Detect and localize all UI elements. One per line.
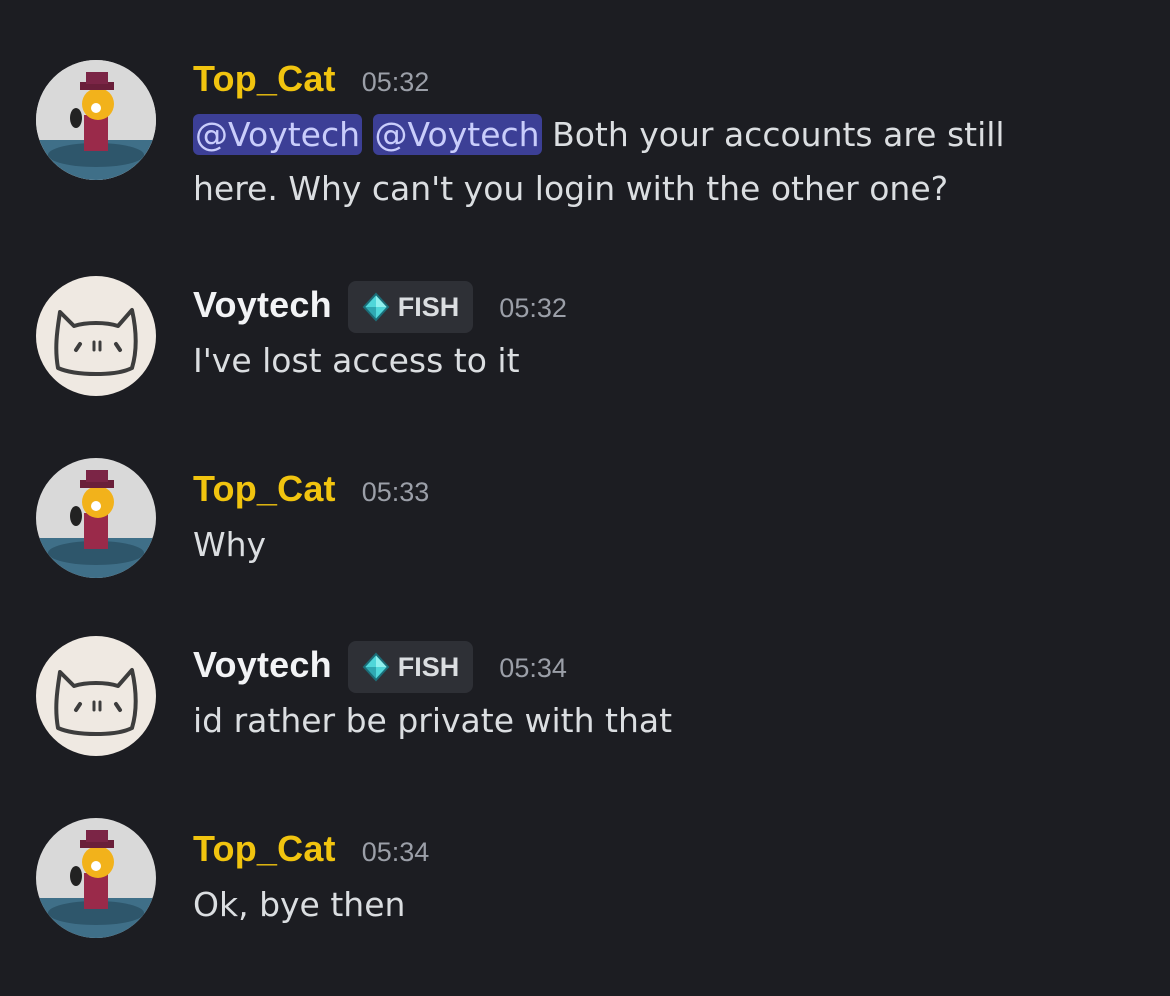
timestamp: 05:32 xyxy=(361,66,430,97)
cat-face-avatar-icon xyxy=(36,276,156,396)
message-text: Ok, bye then xyxy=(193,878,1130,932)
guild-tag[interactable]: FISH xyxy=(347,281,474,333)
author-name[interactable]: Top_Cat xyxy=(193,58,336,100)
timestamp: 05:32 xyxy=(499,292,567,323)
diamond-icon xyxy=(362,292,390,322)
message-text-line: id rather be private with that xyxy=(193,701,673,740)
message-text-line: Why xyxy=(193,525,267,564)
avatar[interactable] xyxy=(36,636,156,756)
avatar[interactable] xyxy=(36,60,156,180)
guild-tag-label: FISH xyxy=(397,651,460,682)
timestamp: 05:34 xyxy=(499,652,567,683)
author-name[interactable]: Voytech xyxy=(193,644,332,686)
chat-message-list: Top_Cat 05:32 @Voytech @Voytech Both you… xyxy=(0,0,1170,996)
guild-tag-label: FISH xyxy=(397,291,460,322)
author-name[interactable]: Voytech xyxy=(193,284,332,326)
timestamp: 05:33 xyxy=(361,476,430,507)
author-name[interactable]: Top_Cat xyxy=(193,828,336,870)
cat-face-avatar-icon xyxy=(36,636,156,756)
message-text: Why xyxy=(193,518,1130,572)
message-text: I've lost access to it xyxy=(193,334,1130,388)
message-text: id rather be private with that xyxy=(193,694,1130,748)
message-text-line: Both your accounts are still xyxy=(552,115,1005,154)
message-text: @Voytech @Voytech Both your accounts are… xyxy=(193,108,1130,216)
top-cat-avatar-icon xyxy=(36,458,156,578)
message-text-line: I've lost access to it xyxy=(193,341,520,380)
avatar[interactable] xyxy=(36,276,156,396)
timestamp: 05:34 xyxy=(361,836,430,867)
diamond-icon xyxy=(362,652,390,682)
author-name[interactable]: Top_Cat xyxy=(193,468,336,510)
top-cat-avatar-icon xyxy=(36,60,156,180)
avatar[interactable] xyxy=(36,458,156,578)
user-mention[interactable]: @Voytech xyxy=(372,114,542,155)
top-cat-avatar-icon xyxy=(36,818,156,938)
message-text-line: here. Why can't you login with the other… xyxy=(193,169,949,208)
message-text-line: Ok, bye then xyxy=(193,885,406,924)
user-mention[interactable]: @Voytech xyxy=(193,114,363,155)
avatar[interactable] xyxy=(36,818,156,938)
guild-tag[interactable]: FISH xyxy=(347,641,474,693)
